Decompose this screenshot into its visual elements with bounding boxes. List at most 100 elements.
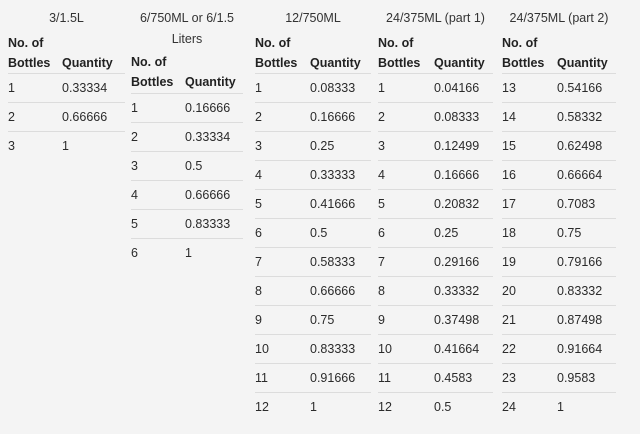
table-row: 10 0.41664 — [378, 334, 493, 363]
table-caption: 12/750ML — [285, 11, 341, 25]
quantity-cell: 0.33334 — [62, 81, 108, 95]
bottles-cell: 23 — [502, 371, 516, 385]
header-quantity: Quantity — [62, 56, 113, 70]
table-row: 16 0.66664 — [502, 160, 616, 189]
table-row: 13 0.54166 — [502, 73, 616, 102]
bottles-cell: 10 — [255, 342, 269, 356]
bottles-cell: 6 — [255, 226, 262, 240]
bottles-cell: 7 — [378, 255, 385, 269]
quantity-cell: 0.66666 — [62, 110, 108, 124]
bottles-cell: 24 — [502, 400, 516, 414]
quantity-cell: 0.12499 — [434, 139, 480, 153]
table-row: 2 0.66666 — [8, 102, 125, 131]
quantity-cell: 1 — [62, 139, 69, 153]
bottles-cell: 2 — [131, 130, 138, 144]
table-caption: 3/1.5L — [49, 11, 84, 25]
table-row: 8 0.33332 — [378, 276, 493, 305]
quantity-cell: 0.37498 — [434, 313, 480, 327]
table-row: 7 0.29166 — [378, 247, 493, 276]
bottles-cell: 6 — [131, 246, 138, 260]
table-row: 2 0.16666 — [255, 102, 371, 131]
table-caption: 6/750ML or 6/1.5 Liters — [139, 11, 235, 46]
bottles-cell: 4 — [255, 168, 262, 182]
bottles-cell: 3 — [255, 139, 262, 153]
bottles-cell: 21 — [502, 313, 516, 327]
bottles-cell: 20 — [502, 284, 516, 298]
quantity-cell: 0.54166 — [557, 81, 603, 95]
bottles-cell: 17 — [502, 197, 516, 211]
quantity-cell: 0.08333 — [434, 110, 480, 124]
bottles-cell: 22 — [502, 342, 516, 356]
bottles-cell: 9 — [255, 313, 262, 327]
bottles-cell: 7 — [255, 255, 262, 269]
quantity-cell: 0.58332 — [557, 110, 603, 124]
bottles-cell: 14 — [502, 110, 516, 124]
table-row: 1 0.33334 — [8, 73, 125, 102]
bottles-cell: 19 — [502, 255, 516, 269]
table-row: 3 0.12499 — [378, 131, 493, 160]
bottles-cell: 12 — [378, 400, 392, 414]
table-row: 2 0.08333 — [378, 102, 493, 131]
quantity-cell: 0.79166 — [557, 255, 603, 269]
quantity-cell: 0.20832 — [434, 197, 480, 211]
header-quantity: Quantity — [185, 75, 236, 89]
quantity-cell: 0.83333 — [185, 217, 231, 231]
table-row: 10 0.83333 — [255, 334, 371, 363]
table-row: 22 0.91664 — [502, 334, 616, 363]
quantity-cell: 0.33333 — [310, 168, 356, 182]
bottles-cell: 2 — [255, 110, 262, 124]
quantity-cell: 1 — [557, 400, 564, 414]
bottles-cell: 2 — [378, 110, 385, 124]
quantity-cell: 0.16666 — [310, 110, 356, 124]
quantity-cell: 0.4583 — [434, 371, 473, 385]
bottles-cell: 16 — [502, 168, 516, 182]
quantity-cell: 0.75 — [557, 226, 582, 240]
bottles-cell: 4 — [378, 168, 385, 182]
table-row: 12 0.5 — [378, 392, 493, 421]
table-row: 1 0.08333 — [255, 73, 371, 102]
header-quantity: Quantity — [434, 56, 485, 70]
quantity-cell: 0.04166 — [434, 81, 480, 95]
table-row: 12 1 — [255, 392, 371, 421]
header-bottles: No. of Bottles — [378, 36, 421, 70]
quantity-cell: 1 — [310, 400, 317, 414]
bottles-cell: 6 — [378, 226, 385, 240]
bottles-cell: 1 — [131, 101, 138, 115]
header-bottles: No. of Bottles — [502, 36, 545, 70]
table-row: 5 0.83333 — [131, 209, 243, 238]
table-row: 8 0.66666 — [255, 276, 371, 305]
bottles-cell: 3 — [8, 139, 15, 153]
quantity-cell: 0.87498 — [557, 313, 603, 327]
quantity-cell: 0.66666 — [310, 284, 356, 298]
bottles-cell: 10 — [378, 342, 392, 356]
bottles-cell: 8 — [378, 284, 385, 298]
quantity-cell: 0.29166 — [434, 255, 480, 269]
quantity-cell: 0.16666 — [434, 168, 480, 182]
bottle-table-5: 24/375ML (part 2) No. of Bottles Quantity 13… — [502, 0, 616, 434]
table-row: 11 0.4583 — [378, 363, 493, 392]
table-row: 1 0.04166 — [378, 73, 493, 102]
bottles-cell: 18 — [502, 226, 516, 240]
quantity-cell: 0.91666 — [310, 371, 356, 385]
table-row: 5 0.20832 — [378, 189, 493, 218]
quantity-cell: 0.25 — [310, 139, 335, 153]
bottles-cell: 5 — [378, 197, 385, 211]
quantity-cell: 0.33332 — [434, 284, 480, 298]
quantity-cell: 0.75 — [310, 313, 335, 327]
quantity-cell: 0.08333 — [310, 81, 356, 95]
table-row: 14 0.58332 — [502, 102, 616, 131]
bottles-cell: 8 — [255, 284, 262, 298]
header-bottles: No. of Bottles — [8, 36, 51, 70]
header-bottles: No. of Bottles — [131, 55, 174, 89]
quantity-cell: 0.7083 — [557, 197, 596, 211]
bottles-cell: 1 — [8, 81, 15, 95]
quantity-cell: 0.5 — [434, 400, 452, 414]
table-row: 9 0.75 — [255, 305, 371, 334]
bottles-cell: 5 — [255, 197, 262, 211]
quantity-cell: 0.66666 — [185, 188, 231, 202]
quantity-cell: 0.41666 — [310, 197, 356, 211]
bottles-cell: 5 — [131, 217, 138, 231]
bottles-cell: 15 — [502, 139, 516, 153]
table-row: 15 0.62498 — [502, 131, 616, 160]
table-caption: 24/375ML (part 2) — [509, 11, 609, 25]
